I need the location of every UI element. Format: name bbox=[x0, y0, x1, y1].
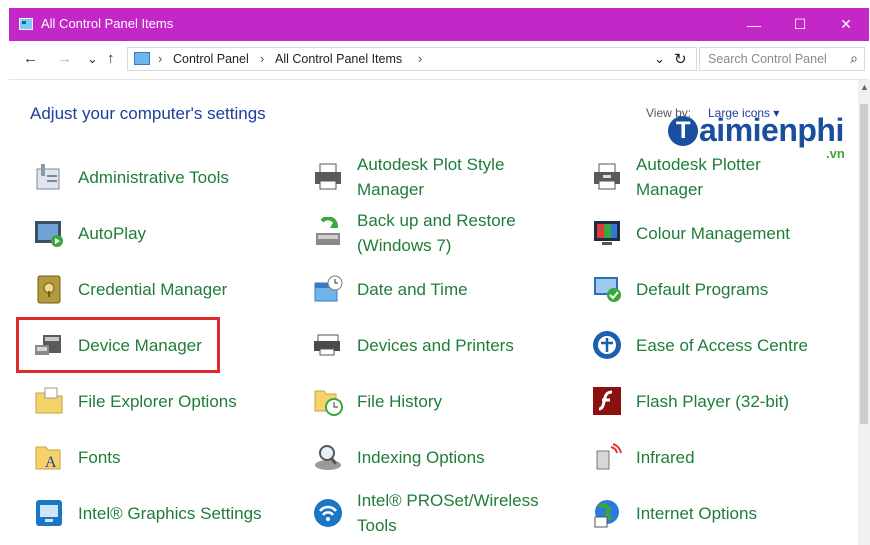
default-programs-icon bbox=[590, 272, 624, 306]
item-label: Default Programs bbox=[636, 279, 769, 299]
item-file-explorer-options[interactable]: File Explorer Options bbox=[32, 375, 237, 427]
chevron-right-icon: › bbox=[158, 51, 163, 66]
item-label: File History bbox=[357, 391, 443, 411]
scroll-up-icon[interactable]: ▲ bbox=[860, 82, 869, 92]
item-label: Flash Player (32-bit) bbox=[636, 391, 790, 411]
control-panel-icon bbox=[134, 52, 150, 65]
item-label: Fonts bbox=[78, 447, 121, 467]
date-time-icon bbox=[311, 272, 345, 306]
internet-options-icon bbox=[590, 496, 624, 530]
item-autoplay[interactable]: AutoPlay bbox=[32, 207, 146, 259]
credential-icon bbox=[32, 272, 66, 306]
search-placeholder: Search Control Panel bbox=[708, 52, 827, 66]
devices-printers-icon bbox=[311, 328, 345, 362]
item-colour-management[interactable]: Colour Management bbox=[590, 207, 790, 259]
item-indexing-options[interactable]: Indexing Options bbox=[311, 431, 485, 483]
item-infrared[interactable]: Infrared bbox=[590, 431, 695, 483]
item-label: Credential Manager bbox=[78, 279, 228, 299]
item-credential-manager[interactable]: Credential Manager bbox=[32, 263, 227, 315]
item-default-programs[interactable]: Default Programs bbox=[590, 263, 768, 315]
item-label: Infrared bbox=[636, 447, 695, 467]
refresh-icon[interactable]: ↻ bbox=[674, 50, 687, 68]
watermark-logo: Taimienphi bbox=[668, 112, 844, 149]
item-internet-options[interactable]: Internet Options bbox=[590, 487, 757, 539]
item-file-history[interactable]: File History bbox=[311, 375, 442, 427]
address-box[interactable]: › Control Panel › All Control Panel Item… bbox=[127, 47, 697, 71]
item-autodesk-plotter-manager[interactable]: Autodesk Plotter Manager bbox=[590, 151, 826, 203]
item-fonts[interactable]: A Fonts bbox=[32, 431, 121, 483]
item-label: AutoPlay bbox=[78, 223, 147, 243]
title-bar: All Control Panel Items — ☐ ✕ bbox=[9, 8, 869, 41]
item-label: Date and Time bbox=[357, 279, 468, 299]
search-icon[interactable]: ⌕ bbox=[850, 50, 858, 67]
chevron-right-icon: › bbox=[260, 51, 265, 66]
back-icon[interactable]: ← bbox=[23, 50, 38, 67]
item-label: Back up and Restore (Windows 7) bbox=[357, 211, 516, 255]
item-label: Devices and Printers bbox=[357, 335, 514, 355]
item-label: Administrative Tools bbox=[78, 167, 229, 187]
item-label: File Explorer Options bbox=[78, 391, 237, 411]
item-label: Autodesk Plotter Manager bbox=[636, 155, 761, 199]
forward-icon[interactable]: → bbox=[57, 50, 72, 67]
page-title: Adjust your computer's settings bbox=[30, 104, 266, 123]
breadcrumb-all-items[interactable]: All Control Panel Items bbox=[275, 52, 402, 66]
window-title: All Control Panel Items bbox=[41, 16, 174, 31]
item-devices-printers[interactable]: Devices and Printers bbox=[311, 319, 514, 371]
colour-management-icon bbox=[590, 216, 624, 250]
watermark-suffix: .vn bbox=[826, 146, 845, 161]
item-label: Intel® PROSet/Wireless Tools bbox=[357, 491, 539, 535]
flash-icon bbox=[590, 384, 624, 418]
administrative-tools-icon bbox=[32, 160, 66, 194]
ease-of-access-icon bbox=[590, 328, 624, 362]
item-administrative-tools[interactable]: Administrative Tools bbox=[32, 151, 229, 203]
item-label: Internet Options bbox=[636, 503, 757, 523]
chevron-right-icon: › bbox=[418, 51, 423, 66]
item-label: Colour Management bbox=[636, 223, 791, 243]
search-input[interactable]: Search Control Panel ⌕ bbox=[699, 47, 865, 71]
printer-icon bbox=[311, 160, 345, 194]
item-date-time[interactable]: Date and Time bbox=[311, 263, 468, 315]
control-panel-icon bbox=[19, 18, 33, 30]
wireless-icon bbox=[311, 496, 345, 530]
svg-text:A: A bbox=[45, 454, 57, 471]
minimize-button[interactable]: — bbox=[731, 8, 777, 41]
item-intel-graphics[interactable]: Intel® Graphics Settings bbox=[32, 487, 262, 539]
backup-icon bbox=[311, 216, 345, 250]
folder-options-icon bbox=[32, 384, 66, 418]
scrollbar-thumb[interactable] bbox=[860, 104, 868, 424]
breadcrumb-control-panel[interactable]: Control Panel bbox=[173, 52, 249, 66]
vertical-scrollbar[interactable]: ▲ bbox=[858, 80, 870, 545]
infrared-icon bbox=[590, 440, 624, 474]
close-button[interactable]: ✕ bbox=[823, 8, 869, 41]
file-history-icon bbox=[311, 384, 345, 418]
recent-locations-icon[interactable]: ⌄ bbox=[87, 51, 98, 67]
highlight-box bbox=[16, 317, 220, 373]
plotter-icon bbox=[590, 160, 624, 194]
item-flash-player[interactable]: Flash Player (32-bit) bbox=[590, 375, 789, 427]
item-label: Indexing Options bbox=[357, 447, 485, 467]
address-bar-row: ← → ⌄ ↑ › Control Panel › All Control Pa… bbox=[9, 41, 869, 80]
up-icon[interactable]: ↑ bbox=[107, 50, 115, 67]
item-autodesk-plot-style-manager[interactable]: Autodesk Plot Style Manager bbox=[311, 151, 547, 203]
item-ease-of-access[interactable]: Ease of Access Centre bbox=[590, 319, 808, 371]
item-label: Intel® Graphics Settings bbox=[78, 503, 262, 523]
maximize-button[interactable]: ☐ bbox=[777, 8, 823, 41]
item-intel-proset-wireless[interactable]: Intel® PROSet/Wireless Tools bbox=[311, 487, 547, 539]
intel-graphics-icon bbox=[32, 496, 66, 530]
item-label: Ease of Access Centre bbox=[636, 335, 808, 355]
item-label: Autodesk Plot Style Manager bbox=[357, 155, 505, 199]
autoplay-icon bbox=[32, 216, 66, 250]
item-backup-restore[interactable]: Back up and Restore (Windows 7) bbox=[311, 207, 547, 259]
fonts-icon: A bbox=[32, 440, 66, 474]
address-dropdown-icon[interactable]: ⌄ bbox=[654, 51, 665, 67]
indexing-icon bbox=[311, 440, 345, 474]
